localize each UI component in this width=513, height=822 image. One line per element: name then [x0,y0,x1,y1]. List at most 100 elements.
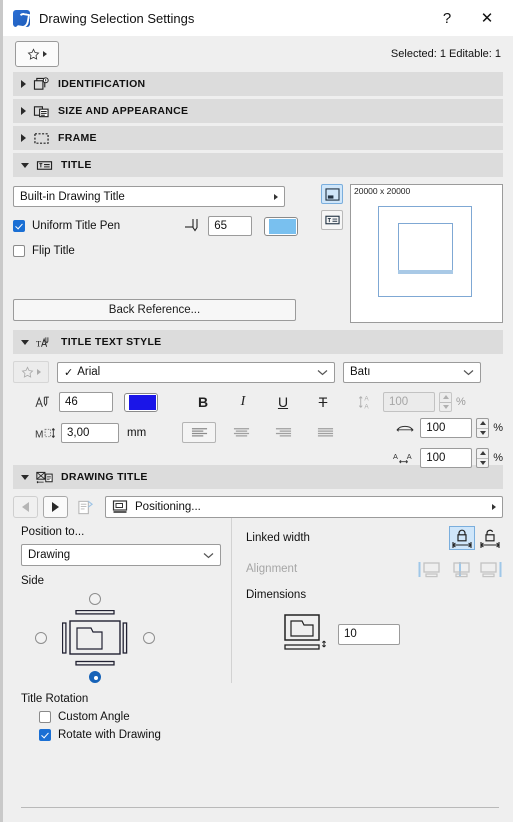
rotate-with-drawing-label: Rotate with Drawing [58,729,161,741]
line-spacing-stepper [439,392,452,412]
size-appearance-icon [33,105,49,117]
title-settings-button[interactable] [73,496,98,518]
char-spacing-icon: A A [393,452,412,464]
next-title-button[interactable] [43,496,68,518]
section-drawing-title[interactable]: DRAWING TITLE [13,465,503,489]
custom-angle-checkbox[interactable] [39,711,51,723]
custom-angle-row: Custom Angle [39,711,513,723]
chevron-down-icon [21,339,29,345]
section-label: TITLE TEXT STYLE [61,336,162,348]
strikethrough-button[interactable]: T [310,391,336,413]
svg-text:T: T [36,338,42,348]
pen-color-swatch[interactable] [264,216,299,236]
chevron-down-icon [21,474,29,480]
chevron-down-icon [317,369,328,375]
line-spacing-unit: % [456,396,466,408]
font-family-dropdown[interactable]: ✓ Arial [57,361,335,383]
archicad-icon [13,9,30,27]
position-to-dropdown[interactable]: Drawing [21,544,221,566]
title-rotation-group: Title Rotation Custom Angle Rotate with … [3,683,513,741]
alignment-label: Alignment [246,563,298,575]
linked-width-locked-button[interactable] [449,526,475,550]
title-only-icon [324,215,340,225]
dimension-row: 10 [284,614,503,654]
section-title-text-style[interactable]: T TITLE TEXT STYLE [13,330,503,354]
width-alignment-panel: Linked width Alignment Dimensions 10 [231,526,513,683]
favorites-button[interactable] [15,41,59,67]
text-height-field[interactable]: 3,00 [61,422,119,443]
rotate-with-drawing-row: Rotate with Drawing [39,729,513,741]
align-center-button[interactable] [224,422,258,443]
title-section-body: 20000 x 20000 Built-in Drawing Title Uni… [3,180,513,323]
title-type-value: Built-in Drawing Title [20,190,125,203]
align-right-button[interactable] [266,422,300,443]
side-right-radio[interactable] [143,632,155,644]
script-dropdown[interactable]: Batı [343,361,481,383]
align-title-right-icon [479,561,501,577]
prev-title-button[interactable] [13,496,38,518]
title-below-view-button[interactable] [321,184,343,204]
caret-right-icon [274,193,278,200]
drawing-side-preview-icon [62,610,128,666]
linked-width-unlocked-icon [480,529,500,548]
custom-angle-label: Custom Angle [58,711,130,723]
position-panel: Position to... Drawing Side [3,526,231,683]
star-icon [27,47,40,60]
svg-text:A: A [407,452,412,461]
bold-button[interactable]: B [190,391,216,413]
font-pen-field[interactable]: 46 [59,392,113,412]
text-favorites-button[interactable] [13,361,49,383]
char-spacing-field[interactable]: 100 [420,448,473,468]
back-reference-button[interactable]: Back Reference... [13,299,296,321]
section-size-and-appearance[interactable]: SIZE AND APPEARANCE [13,99,503,123]
linked-width-label: Linked width [246,532,310,544]
title-preview: 20000 x 20000 [350,184,503,323]
line-spacing-field: 100 [383,392,435,412]
position-to-value: Drawing [28,549,71,561]
uniform-title-pen-checkbox[interactable] [13,220,25,232]
chevron-right-icon [21,80,26,88]
side-bottom-radio[interactable] [89,671,101,683]
font-color-swatch[interactable] [124,392,158,412]
position-to-label: Position to... [21,526,85,538]
align-title-left-icon [418,561,440,577]
svg-text:A: A [364,396,369,403]
selection-info: Selected: 1 Editable: 1 [390,48,501,60]
positioning-panels: Position to... Drawing Side Linked width… [3,518,513,683]
section-title[interactable]: TITLE [13,153,503,177]
italic-button[interactable]: I [230,391,256,413]
side-top-radio[interactable] [89,593,101,605]
title-view-toggles [321,184,343,230]
pen-number-field[interactable]: 65 [208,216,253,236]
title-rotation-label: Title Rotation [21,693,89,705]
positioning-dropdown[interactable]: Positioning... [105,496,503,518]
window-titlebar: Drawing Selection Settings ? ✕ [3,0,513,36]
section-frame[interactable]: FRAME [13,126,503,150]
char-spacing-unit: % [493,452,503,464]
bottom-divider [21,807,499,808]
align-left-icon [191,427,207,436]
char-width-unit: % [493,422,503,434]
title-type-dropdown[interactable]: Built-in Drawing Title [13,186,285,207]
section-identification[interactable]: IDENTIFICATION [13,72,503,96]
char-spacing-stepper[interactable] [476,448,490,468]
title-only-view-button[interactable] [321,210,343,230]
close-button[interactable]: ✕ [467,2,507,34]
align-left-button[interactable] [182,422,217,443]
drawing-title-nav-row: Positioning... [3,492,513,518]
side-left-radio[interactable] [35,632,47,644]
linked-width-locked-icon [452,529,472,548]
align-justify-button[interactable] [308,422,342,443]
flip-title-checkbox[interactable] [13,245,25,257]
linked-width-unlocked-button[interactable] [477,526,503,550]
char-width-field[interactable]: 100 [420,418,473,438]
dimension-value-field[interactable]: 10 [338,623,400,645]
rotate-with-drawing-checkbox[interactable] [39,729,51,741]
align-title-right-button [476,558,503,580]
underline-button[interactable]: U [270,391,296,413]
help-button[interactable]: ? [427,2,467,34]
pen-icon [185,218,198,231]
chevron-down-icon [463,369,474,375]
char-width-stepper[interactable] [476,418,490,438]
chevron-right-icon [21,134,26,142]
